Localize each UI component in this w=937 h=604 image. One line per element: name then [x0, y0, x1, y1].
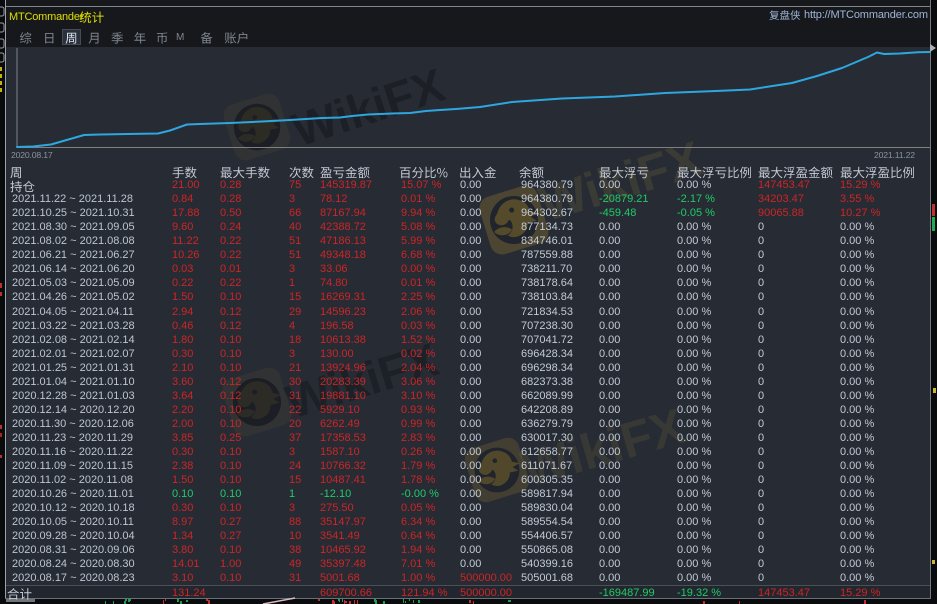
svg-text:WikiFX: WikiFX — [286, 58, 451, 157]
